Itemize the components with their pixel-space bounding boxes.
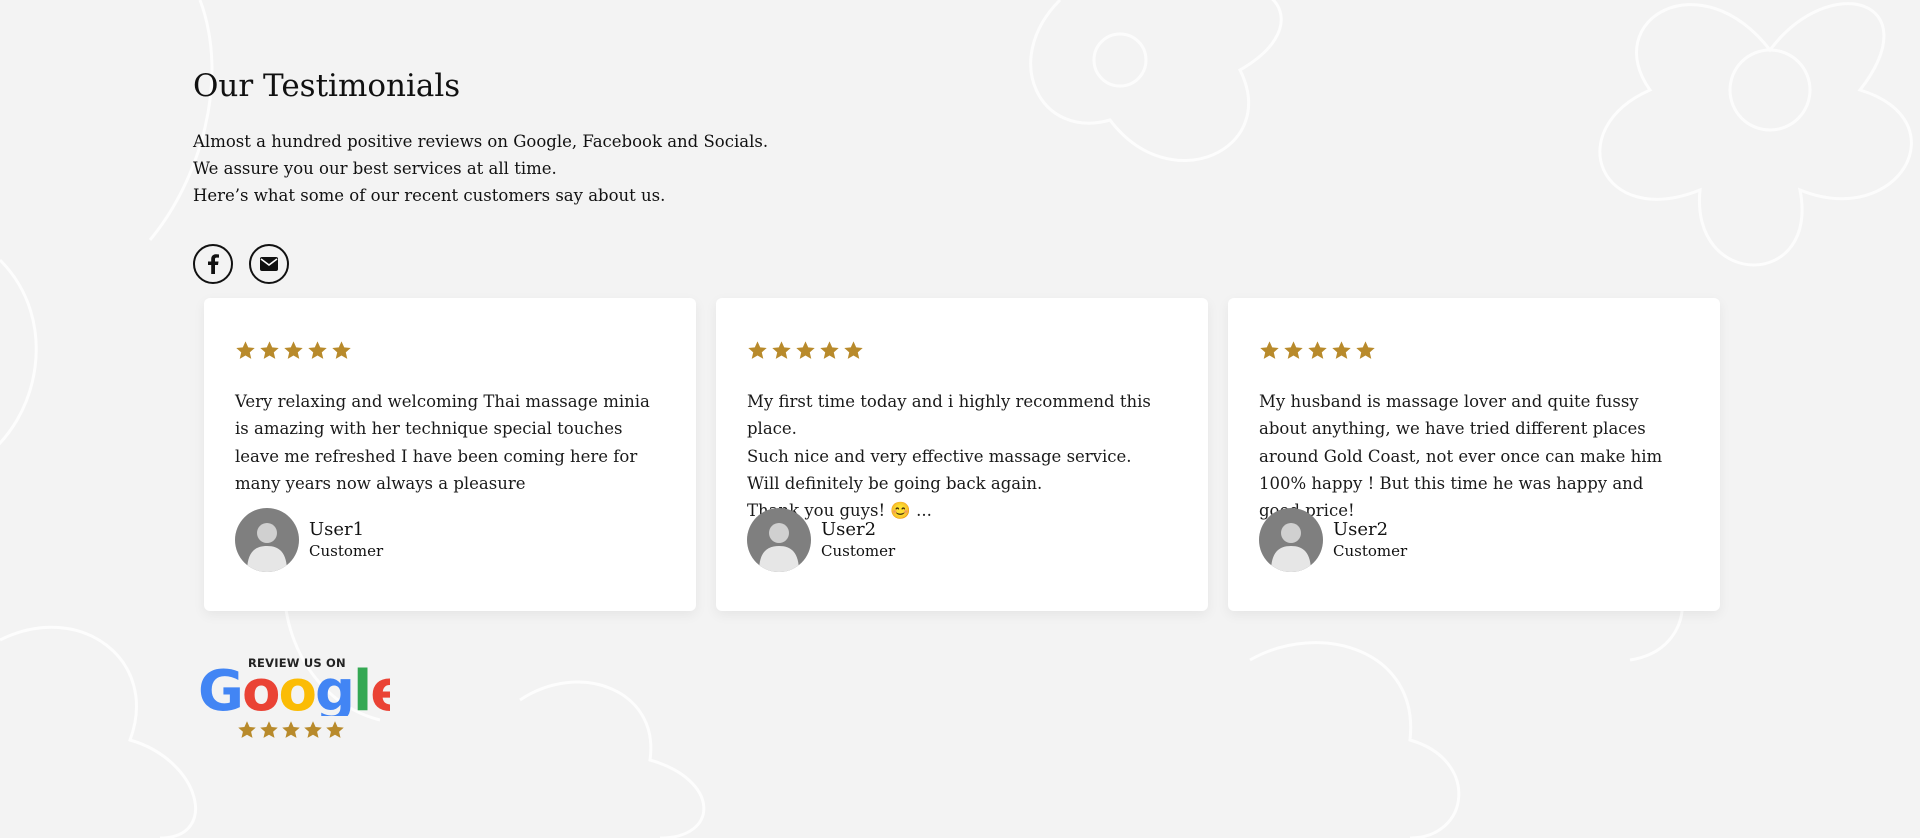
star-icon xyxy=(260,341,279,359)
facebook-button[interactable] xyxy=(193,244,233,284)
badge-star-rating xyxy=(237,720,345,740)
star-icon xyxy=(1284,341,1303,359)
author-role: Customer xyxy=(1333,542,1408,560)
star-icon xyxy=(796,341,815,359)
star-icon xyxy=(1260,341,1279,359)
section-title: Our Testimonials xyxy=(193,68,461,104)
avatar xyxy=(235,508,299,572)
star-icon xyxy=(748,341,767,359)
author-name: User2 xyxy=(821,519,877,540)
star-icon xyxy=(1308,341,1327,359)
author-name: User2 xyxy=(1333,519,1389,540)
author-name: User1 xyxy=(309,519,365,540)
user-placeholder-icon xyxy=(759,523,799,572)
star-icon xyxy=(820,341,839,359)
star-icon xyxy=(1332,341,1351,359)
section-intro: Almost a hundred positive reviews on Goo… xyxy=(193,128,768,209)
star-icon xyxy=(284,341,303,359)
testimonial-author: User1 Customer xyxy=(235,508,664,572)
testimonials-list: Very relaxing and welcoming Thai massage… xyxy=(204,298,1720,611)
google-review-badge[interactable]: REVIEW US ON Google xyxy=(196,652,390,748)
star-rating xyxy=(747,340,1176,362)
star-icon xyxy=(282,721,300,738)
quote-line: My first time today and i highly recomme… xyxy=(747,392,1151,439)
author-role: Customer xyxy=(821,542,896,560)
star-icon xyxy=(260,721,278,738)
star-icon xyxy=(236,341,255,359)
user-placeholder-icon xyxy=(1271,523,1311,572)
user-placeholder-icon xyxy=(247,523,287,572)
testimonial-card: My husband is massage lover and quite fu… xyxy=(1228,298,1720,611)
avatar xyxy=(747,508,811,572)
star-rating xyxy=(1259,340,1688,362)
author-role: Customer xyxy=(309,542,384,560)
star-icon xyxy=(326,721,344,738)
testimonial-card: My first time today and i highly recomme… xyxy=(716,298,1208,611)
star-icon xyxy=(304,721,322,738)
quote-line: Such nice and very effective massage ser… xyxy=(747,446,1132,466)
intro-line: Here’s what some of our recent customers… xyxy=(193,186,666,205)
testimonial-quote: Very relaxing and welcoming Thai massage… xyxy=(235,392,650,493)
svg-text:Google: Google xyxy=(198,659,390,716)
google-logo: Google xyxy=(198,659,390,716)
testimonial-quote: My first time today and i highly recomme… xyxy=(747,388,1176,520)
star-rating xyxy=(235,340,664,362)
star-icon xyxy=(844,341,863,359)
intro-line: Almost a hundred positive reviews on Goo… xyxy=(193,132,769,151)
star-icon xyxy=(238,721,256,738)
avatar xyxy=(1259,508,1323,572)
email-button[interactable] xyxy=(249,244,289,284)
envelope-icon xyxy=(260,257,278,271)
star-icon xyxy=(332,341,351,359)
star-icon xyxy=(772,341,791,359)
intro-line: We assure you our best services at all t… xyxy=(193,159,557,178)
social-links xyxy=(193,244,289,284)
testimonial-card: Very relaxing and welcoming Thai massage… xyxy=(204,298,696,611)
quote-line: Will definitely be going back again. xyxy=(747,473,1043,493)
facebook-icon xyxy=(208,254,219,274)
star-icon xyxy=(1356,341,1375,359)
testimonial-quote: My husband is massage lover and quite fu… xyxy=(1259,392,1663,521)
star-icon xyxy=(308,341,327,359)
